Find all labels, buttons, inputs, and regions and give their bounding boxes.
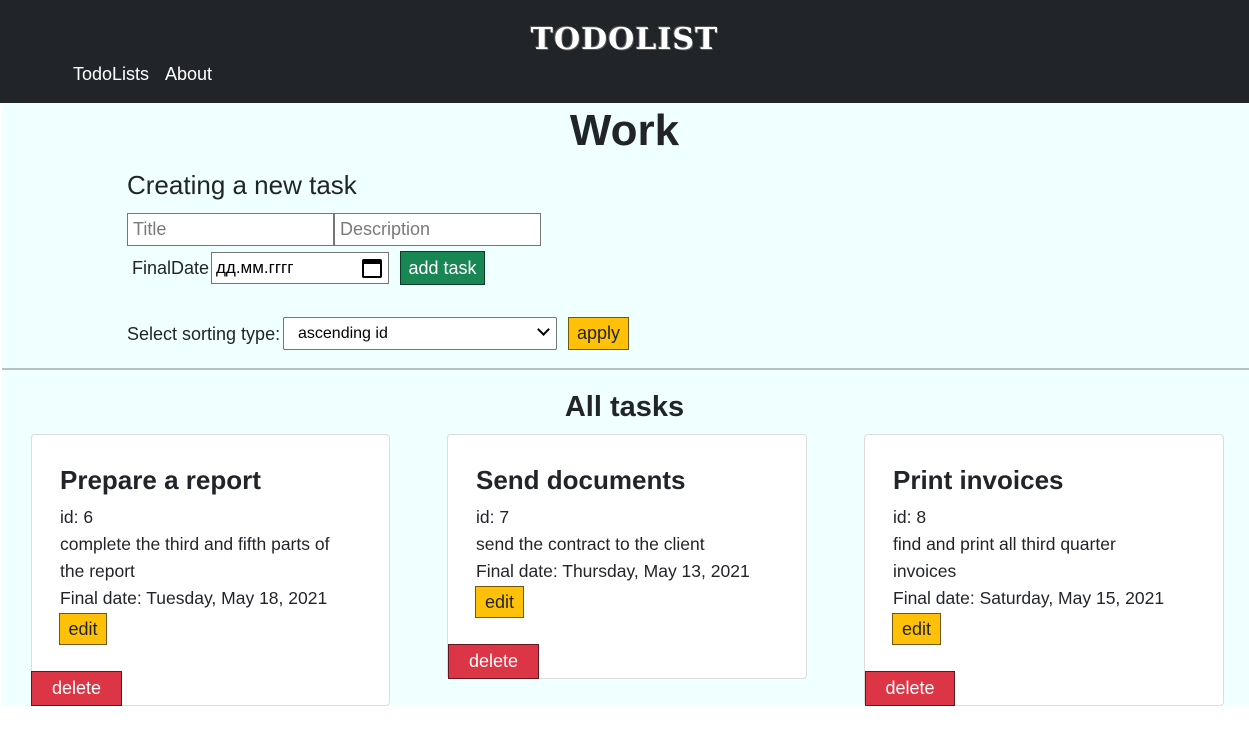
- delete-button[interactable]: delete: [865, 671, 955, 706]
- task-final-date: Final date: Thursday, May 13, 2021: [476, 561, 750, 581]
- task-id: id: 6: [60, 507, 94, 527]
- apply-sort-button[interactable]: apply: [568, 317, 629, 350]
- sorting-select[interactable]: ascending id: [283, 317, 557, 350]
- task-final-date: Final date: Saturday, May 15, 2021: [893, 588, 1165, 608]
- delete-button[interactable]: delete: [31, 671, 122, 706]
- chevron-down-icon: [537, 323, 550, 336]
- task-description-line: find and print all third quarter: [893, 534, 1116, 554]
- task-id: id: 8: [893, 507, 927, 527]
- edit-button[interactable]: edit: [59, 613, 107, 645]
- sorting-label: Select sorting type:: [127, 324, 281, 344]
- nav-link-todolists[interactable]: TodoLists: [73, 64, 149, 85]
- date-value: дд.мм.гггг: [216, 258, 294, 277]
- page-footer-space: [0, 706, 1249, 730]
- task-final-date: Final date: Tuesday, May 18, 2021: [60, 588, 328, 608]
- task-id: id: 7: [476, 507, 510, 527]
- top-navbar: TODOLIST TodoLists About: [0, 0, 1249, 103]
- task-card: Prepare a report id: 6 complete the thir…: [31, 434, 390, 706]
- task-title: Print invoices: [893, 465, 1064, 495]
- add-task-button[interactable]: add task: [400, 251, 485, 285]
- page-title: Work: [569, 106, 680, 155]
- sorting-selected-value: ascending id: [298, 325, 388, 342]
- task-description-line: complete the third and fifth parts of: [60, 534, 330, 554]
- task-title-input[interactable]: [127, 213, 334, 246]
- create-task-heading: Creating a new task: [127, 170, 357, 200]
- task-card: Send documents id: 7 send the contract t…: [447, 434, 807, 679]
- task-title: Prepare a report: [60, 465, 261, 495]
- all-tasks-heading: All tasks: [564, 391, 685, 423]
- brand-title[interactable]: TODOLIST: [0, 22, 1249, 57]
- delete-button[interactable]: delete: [448, 644, 539, 679]
- calendar-icon[interactable]: [362, 259, 382, 278]
- section-divider: [2, 368, 1249, 370]
- final-date-label: FinalDate: [132, 258, 210, 278]
- task-description-line: invoices: [893, 561, 957, 581]
- task-title: Send documents: [476, 465, 686, 495]
- task-description-line: send the contract to the client: [476, 534, 705, 554]
- task-description-input[interactable]: [334, 213, 541, 246]
- edit-button[interactable]: edit: [892, 613, 941, 645]
- final-date-input[interactable]: дд.мм.гггг: [211, 252, 389, 284]
- nav-link-about[interactable]: About: [165, 64, 212, 85]
- task-card: Print invoices id: 8 find and print all …: [864, 434, 1224, 706]
- task-description-line: the report: [60, 561, 135, 581]
- edit-button[interactable]: edit: [475, 586, 524, 618]
